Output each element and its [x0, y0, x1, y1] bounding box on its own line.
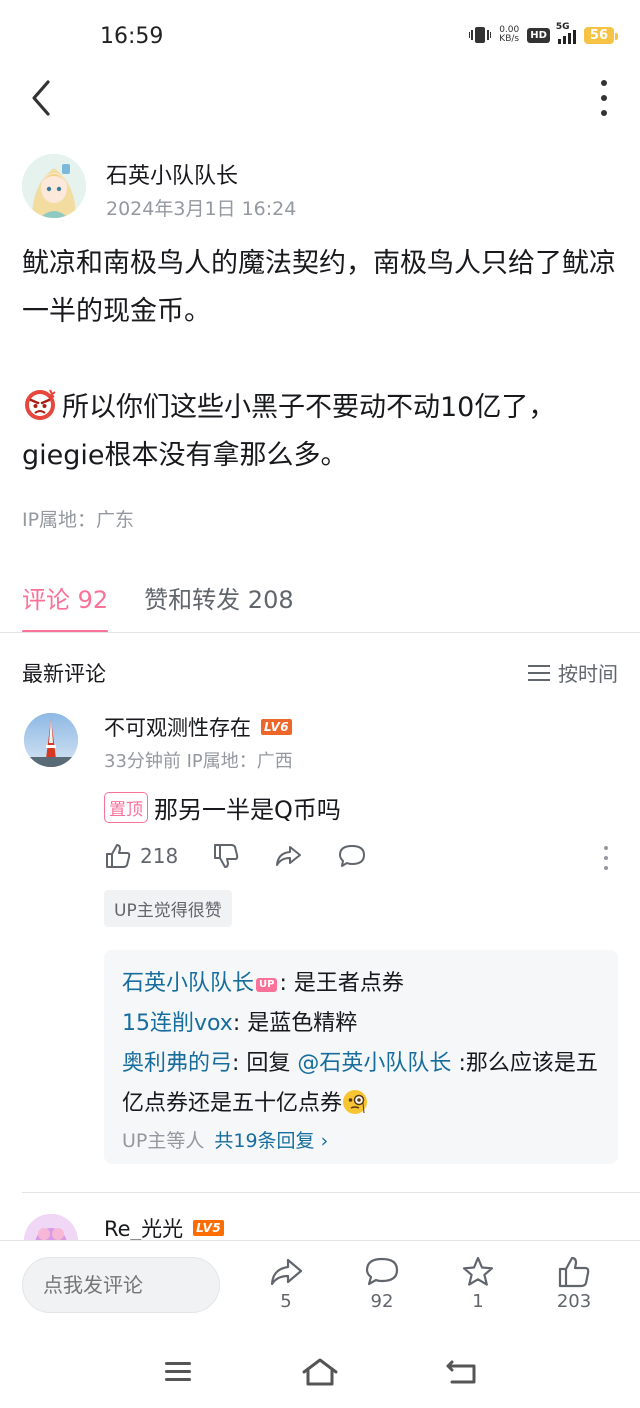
favorite-count: 1: [472, 1291, 484, 1312]
reply-author[interactable]: 奥利弗的弓: [122, 1051, 232, 1076]
comment-bubble-icon: [365, 1257, 399, 1286]
divider: [22, 1192, 640, 1193]
level-badge: LV5: [193, 1220, 225, 1236]
comment-author-name[interactable]: 不可观测性存在: [104, 712, 251, 742]
reply-author[interactable]: 15连削vox: [122, 1011, 233, 1036]
favorite-button[interactable]: 1: [448, 1255, 508, 1312]
reply-item: 15连削vox: 是蓝色精粹: [122, 1011, 358, 1036]
signal-icon: 5G: [556, 22, 576, 44]
star-icon: [462, 1256, 494, 1286]
post-tabs: 评论 92 赞和转发 208: [22, 580, 294, 633]
more-options-button[interactable]: [598, 80, 610, 116]
comment-text: 置顶 那另一半是Q币吗: [104, 790, 341, 825]
bottom-action-bar: 5 92 1 203: [0, 1240, 640, 1336]
comment-actions: 218: [104, 842, 366, 870]
comment-content: 那另一半是Q币吗: [154, 796, 341, 824]
angry-face-emoji-icon: [25, 389, 56, 420]
network-speed: 0.00 KB/s: [499, 25, 520, 44]
status-indicators: 0.00 KB/s HD 5G 56: [469, 22, 619, 44]
more-dot-icon: [604, 846, 608, 850]
mention-link[interactable]: @石英小队队长: [297, 1051, 451, 1076]
comment-button[interactable]: 92: [352, 1255, 412, 1312]
post-paragraph: 鱿凉和南极鸟人的魔法契约，南极鸟人只给了鱿凉一半的现金币。: [22, 248, 616, 327]
more-dot-icon: [604, 866, 608, 870]
post-body: 鱿凉和南极鸟人的魔法契约，南极鸟人只给了鱿凉一半的现金币。 所以你们这些小黑子不…: [22, 240, 622, 480]
more-dot-icon: [601, 110, 607, 116]
comment-author[interactable]: Re_光光 LV5: [104, 1213, 225, 1243]
monocle-face-emoji-icon: [343, 1090, 368, 1114]
list-sort-icon: [528, 664, 550, 681]
divider: [0, 632, 640, 633]
reply-footer: UP主等人 共19条回复 ›: [122, 1130, 329, 1152]
up-liked-tag: UP主觉得很赞: [104, 890, 232, 927]
level-badge: LV6: [261, 719, 293, 735]
comment-more-button[interactable]: [604, 846, 610, 870]
comment-author-name[interactable]: Re_光光: [104, 1213, 183, 1243]
comment-count: 92: [370, 1291, 394, 1312]
vibrate-icon: [469, 27, 492, 43]
like-post-button[interactable]: 203: [544, 1255, 604, 1312]
tab-comments[interactable]: 评论 92: [22, 580, 109, 633]
avatar[interactable]: [24, 713, 78, 767]
like-count: 203: [556, 1291, 592, 1312]
system-nav-bar: [0, 1336, 640, 1408]
more-dot-icon: [604, 856, 608, 860]
comments-section-title: 最新评论: [22, 662, 106, 686]
sort-button[interactable]: 按时间: [528, 658, 618, 687]
reply-author[interactable]: 石英小队队长: [122, 971, 254, 996]
like-count: 218: [140, 844, 179, 868]
thumbs-up-icon: [106, 844, 131, 868]
reply-item: 奥利弗的弓: 回复 @石英小队队长 :那么应该是五亿点券还是五十亿点券: [122, 1051, 598, 1116]
tokyo-tower-avatar-icon: [24, 713, 78, 767]
battery-icon: 56: [583, 26, 619, 44]
like-button[interactable]: 218: [104, 842, 212, 870]
reply-bubble-icon: [339, 845, 365, 867]
post-paragraph: 所以你们这些小黑子不要动不动10亿了，giegie根本没有拿那么多。: [22, 384, 622, 480]
status-bar: 16:59 0.00 KB/s HD 5G 56: [0, 0, 640, 76]
comment-input[interactable]: [22, 1257, 220, 1313]
reply-button[interactable]: [338, 842, 366, 870]
up-badge: UP: [256, 978, 278, 992]
post-date: 2024年3月1日 16:24: [106, 198, 297, 220]
dislike-button[interactable]: [212, 842, 274, 870]
share-comment-button[interactable]: [274, 842, 338, 870]
author-avatar[interactable]: [22, 154, 86, 218]
comment-meta: 33分钟前 IP属地：广西: [104, 751, 293, 772]
share-count: 5: [280, 1291, 292, 1312]
reply-preview-box[interactable]: 石英小队队长 UP: 是王者点券 15连削vox: 是蓝色精粹 奥利弗的弓: 回复…: [104, 950, 618, 1164]
sort-label: 按时间: [558, 662, 618, 686]
share-icon: [276, 846, 301, 866]
back-nav-icon[interactable]: [442, 1354, 482, 1390]
chevron-left-icon: [32, 80, 50, 116]
pinned-badge: 置顶: [104, 792, 148, 823]
reply-text: 是蓝色精粹: [247, 1011, 358, 1036]
menu-icon[interactable]: [158, 1354, 198, 1390]
thumbs-down-icon: [214, 844, 239, 868]
share-button[interactable]: 5: [256, 1255, 316, 1312]
share-icon: [270, 1258, 303, 1286]
view-all-replies-link[interactable]: 共19条回复 ›: [214, 1130, 328, 1152]
reply-item: 石英小队队长 UP: 是王者点券: [122, 971, 404, 996]
post-ip-location: IP属地：广东: [22, 509, 135, 531]
tab-likes-shares[interactable]: 赞和转发 208: [144, 580, 293, 629]
more-dot-icon: [601, 95, 607, 101]
comment-author[interactable]: 不可观测性存在 LV6: [104, 712, 293, 742]
more-dot-icon: [601, 80, 607, 86]
author-name[interactable]: 石英小队队长: [106, 158, 238, 190]
home-icon[interactable]: [300, 1354, 340, 1390]
status-time: 16:59: [100, 24, 164, 49]
reply-text: 是王者点券: [293, 971, 404, 996]
thumbs-up-icon: [558, 1256, 590, 1288]
hd-icon: HD: [527, 27, 550, 43]
back-button[interactable]: [26, 78, 60, 118]
anime-girl-avatar-icon: [22, 154, 86, 218]
